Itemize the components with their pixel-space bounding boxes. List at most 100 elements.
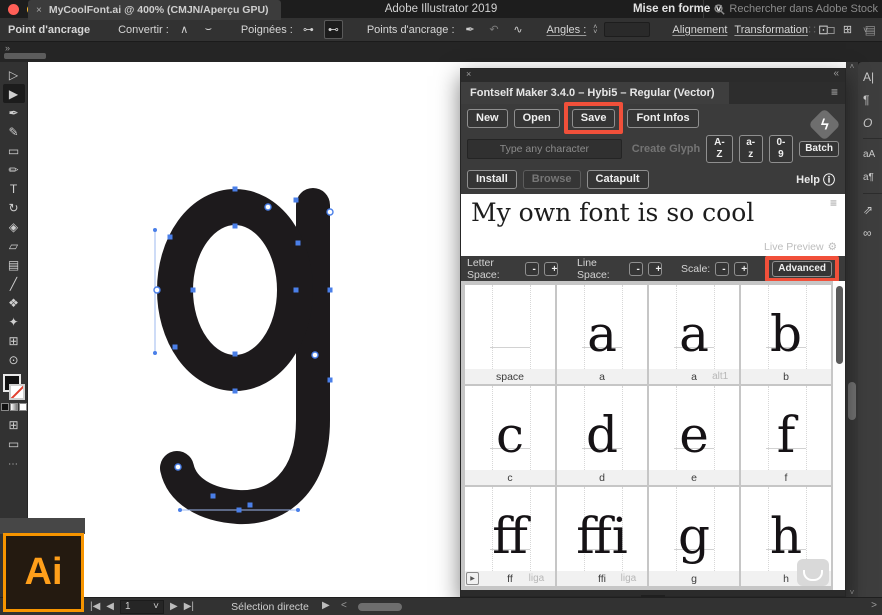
glyph-cell-space[interactable]	[465, 285, 555, 369]
line-space-plus-button[interactable]: +	[648, 262, 662, 276]
eraser-tool[interactable]: ◈	[3, 217, 25, 236]
illustrator-app-badge[interactable]: Ai	[3, 533, 84, 612]
letter-space-plus-button[interactable]: +	[544, 262, 558, 276]
show-handles-icon[interactable]: ⊷	[324, 20, 343, 39]
angles-input[interactable]	[604, 22, 650, 37]
canvas-vertical-scrollbar[interactable]: ˄ ˅	[846, 62, 858, 598]
next-artboard-icon[interactable]: ▶	[170, 601, 178, 612]
batch-button[interactable]: Batch	[799, 141, 839, 157]
blend-tool[interactable]: ❖	[3, 293, 25, 312]
remove-anchor-icon[interactable]: ✒	[462, 21, 479, 38]
handle-end[interactable]	[178, 508, 182, 512]
lowercase-button[interactable]: a-z	[739, 135, 763, 163]
collapse-panel-icon[interactable]: «	[833, 68, 839, 79]
scale-plus-button[interactable]: +	[734, 262, 748, 276]
create-glyph-button[interactable]: Create Glyph	[632, 143, 700, 155]
eyedropper-tool[interactable]: ╱	[3, 274, 25, 293]
gradient-tool[interactable]: ▤	[3, 255, 25, 274]
close-window-button[interactable]	[8, 4, 19, 15]
uppercase-button[interactable]: A-Z	[706, 135, 732, 163]
glyph-cell-f[interactable]: f	[741, 386, 831, 470]
chevron-down-icon[interactable]: ˅	[846, 26, 851, 35]
glyph-cell-a[interactable]: a	[557, 285, 647, 369]
play-icon[interactable]: ▶	[466, 572, 479, 585]
color-mode-icon[interactable]	[1, 403, 9, 411]
glyph-cell-ff[interactable]: ff	[465, 487, 555, 571]
selected-glyph-g[interactable]	[150, 185, 350, 535]
glyph-cell-ffi[interactable]: ffi	[557, 487, 647, 571]
glyph-grid-scrollbar[interactable]	[833, 281, 845, 590]
cut-path-icon[interactable]: ∿	[510, 21, 527, 38]
document-tab[interactable]: × MyCoolFont.ai @ 400% (CMJN/Aperçu GPU)	[28, 0, 281, 20]
direct-selection-tool[interactable]: ▶	[3, 84, 25, 103]
export-panel-icon[interactable]: ⇗	[863, 199, 882, 220]
glyph-cell-c[interactable]: c	[465, 386, 555, 470]
character-styles-panel-icon[interactable]: aA	[863, 144, 882, 165]
status-arrow-icon[interactable]: ▶	[322, 600, 330, 611]
panel-menu-icon[interactable]: ≡	[831, 85, 838, 99]
links-panel-icon[interactable]: ∞	[863, 222, 882, 243]
handle-end[interactable]	[153, 351, 157, 355]
glyph-cell-d[interactable]: d	[557, 386, 647, 470]
screen-mode-icon[interactable]: ▭	[3, 434, 25, 453]
color-mode-row[interactable]	[1, 403, 27, 411]
scroll-right-icon[interactable]: >	[871, 600, 877, 611]
fontself-tab[interactable]: Fontself Maker 3.4.0 – Hybi5 – Regular (…	[461, 82, 729, 104]
transform-link[interactable]: Transformation	[734, 24, 808, 36]
fill-stroke-wells[interactable]	[3, 374, 25, 400]
pen-tool[interactable]: ✒	[3, 103, 25, 122]
gradient-mode-icon[interactable]	[10, 403, 18, 411]
live-preview-area[interactable]: My own font is so cool ≡ Live Preview ⚙	[461, 194, 845, 256]
expand-panel-icon[interactable]: »	[5, 43, 10, 53]
angles-stepper[interactable]: ˄ ˅	[593, 25, 597, 35]
scale-minus-button[interactable]: -	[715, 262, 729, 276]
advanced-button[interactable]: Advanced	[772, 261, 832, 277]
handle-end[interactable]	[153, 228, 157, 232]
font-infos-button[interactable]: Font Infos	[627, 109, 698, 128]
more-tools-icon[interactable]: ⋯	[8, 459, 19, 470]
grid-icon[interactable]: ∷	[808, 23, 816, 37]
zoom-tool[interactable]: ⊙	[3, 350, 25, 369]
hide-handles-icon[interactable]: ⊶	[300, 21, 317, 38]
help-link[interactable]: Help ⓘ	[796, 171, 839, 188]
glyph-cell-b[interactable]: b	[741, 285, 831, 369]
browse-button[interactable]: Browse	[523, 170, 581, 189]
connect-anchor-icon[interactable]: ↶	[486, 21, 503, 38]
convert-smooth-icon[interactable]: ⌣	[200, 21, 217, 38]
save-button[interactable]: Save	[572, 109, 616, 128]
prev-artboard-icon[interactable]: ◀	[106, 601, 114, 612]
stepper-down-icon[interactable]: ˅	[593, 30, 597, 35]
glyph-cell-g[interactable]: g	[649, 487, 739, 571]
paragraph-styles-panel-icon[interactable]: a¶	[863, 167, 882, 188]
handle-end[interactable]	[296, 508, 300, 512]
shear-tool[interactable]: ▱	[3, 236, 25, 255]
character-input[interactable]	[467, 139, 622, 159]
dock-arrange-icon[interactable]: ⊐	[826, 23, 836, 37]
glyph-grid-scroll-thumb[interactable]	[836, 286, 843, 364]
paintbrush-tool[interactable]: ✏	[3, 160, 25, 179]
scroll-up-icon[interactable]: ˄	[846, 62, 858, 71]
paragraph-panel-icon[interactable]: ¶	[863, 89, 882, 110]
horizontal-scroll-thumb[interactable]	[358, 603, 402, 611]
scroll-left-icon[interactable]: <	[341, 600, 347, 611]
stroke-color-well[interactable]	[9, 384, 25, 400]
artboard-select[interactable]: 1 ˅	[120, 600, 164, 614]
fontself-feedback-button[interactable]	[797, 559, 829, 586]
install-button[interactable]: Install	[467, 170, 517, 189]
catapult-button[interactable]: Catapult	[587, 170, 649, 189]
gear-icon[interactable]: ⚙	[828, 241, 837, 253]
symbol-sprayer-tool[interactable]: ✦	[3, 312, 25, 331]
scroll-down-icon[interactable]: ˅	[846, 588, 858, 597]
glyph-cell-e[interactable]: e	[649, 386, 739, 470]
none-mode-icon[interactable]	[19, 403, 27, 411]
align-link[interactable]: Alignement	[672, 24, 727, 36]
preview-text[interactable]: My own font is so cool	[471, 198, 754, 227]
draw-mode-icon[interactable]: ⊞	[3, 415, 25, 434]
last-artboard-icon[interactable]: ▶|	[184, 601, 194, 612]
type-tool[interactable]: T	[3, 179, 25, 198]
line-space-minus-button[interactable]: -	[629, 262, 643, 276]
close-panel-icon[interactable]: ×	[466, 69, 471, 79]
convert-corner-icon[interactable]: ∧	[176, 21, 193, 38]
first-artboard-icon[interactable]: |◀	[90, 601, 100, 612]
adobe-stock-search[interactable]: Rechercher dans Adobe Stock	[703, 0, 878, 18]
